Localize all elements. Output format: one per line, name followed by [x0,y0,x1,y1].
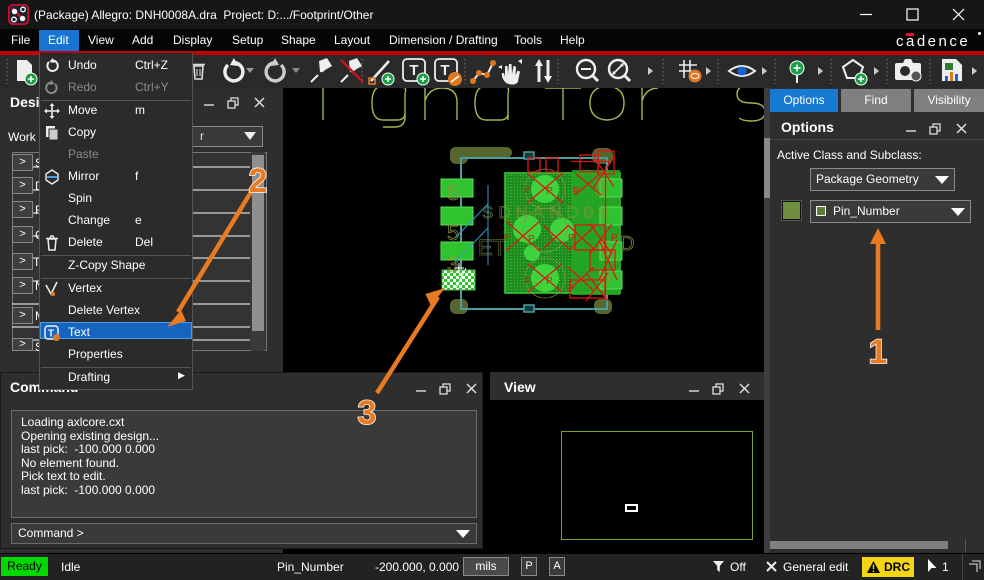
svg-text:1: 1 [869,333,888,371]
svg-text:2: 2 [249,162,268,200]
svg-text:3: 3 [358,394,377,432]
